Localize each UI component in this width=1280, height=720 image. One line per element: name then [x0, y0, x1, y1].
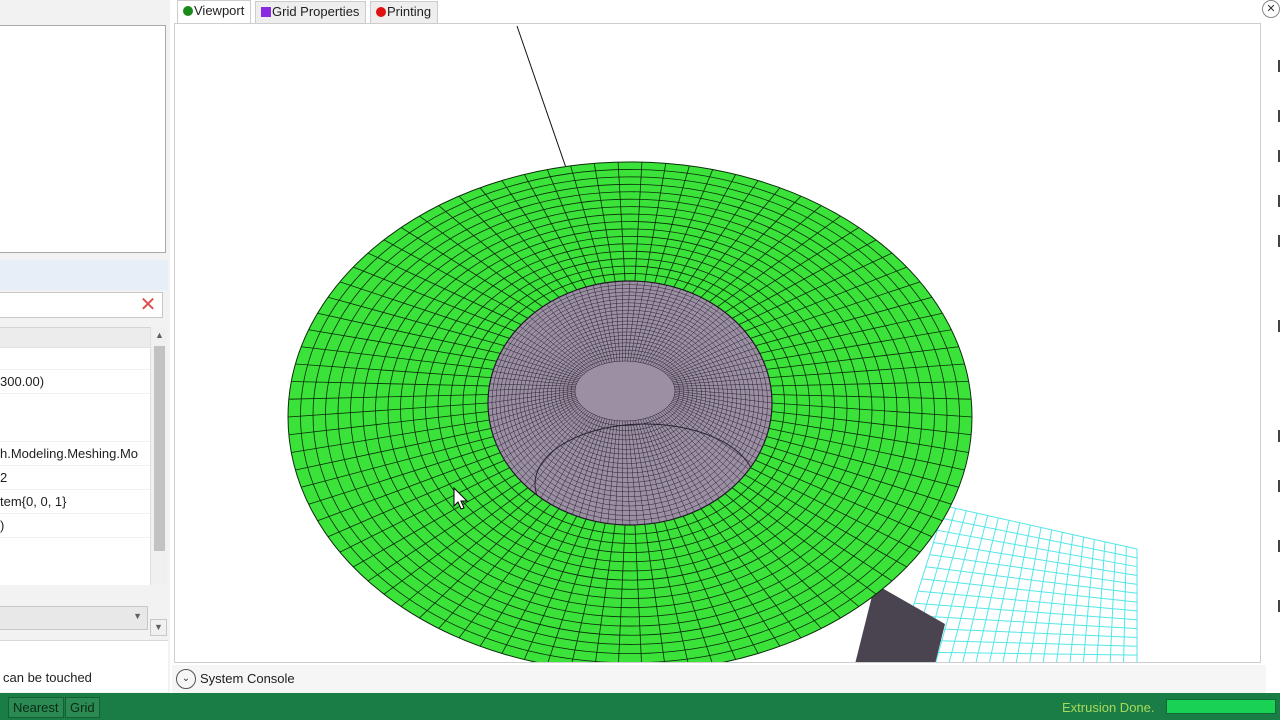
clear-search-icon[interactable]: ✕	[138, 295, 158, 315]
3d-viewport[interactable]	[174, 23, 1261, 663]
nearest-toggle-button[interactable]: Nearest	[8, 697, 64, 718]
preview-box	[0, 25, 166, 253]
property-row[interactable]	[0, 394, 150, 442]
tab-grid-properties[interactable]: Grid Properties	[255, 1, 367, 23]
property-grid-scrollbar[interactable]: ▲	[150, 327, 167, 585]
help-text: can be touched	[3, 670, 92, 685]
status-bar: Nearest Grid Extrusion Done.	[0, 693, 1280, 720]
chevron-down-icon[interactable]: ⌄	[176, 669, 196, 689]
red-dot-icon	[376, 7, 386, 17]
property-value: tem{0, 0, 1}	[0, 494, 67, 509]
tab-printing[interactable]: Printing	[370, 1, 439, 23]
property-row[interactable]: 2	[0, 466, 150, 490]
property-category-row[interactable]	[0, 328, 150, 348]
scroll-up-icon[interactable]: ▲	[151, 327, 168, 344]
mouse-cursor-icon	[453, 487, 469, 510]
tab-viewport[interactable]: Viewport	[177, 0, 252, 24]
scroll-down-icon[interactable]: ▼	[150, 619, 167, 636]
property-dropdown[interactable]: ▼	[0, 606, 148, 630]
progress-bar	[1166, 699, 1276, 714]
tab-label: Viewport	[194, 3, 245, 18]
tab-label: Printing	[387, 4, 432, 19]
purple-square-icon	[261, 7, 271, 17]
property-help-area: can be touched	[0, 640, 168, 692]
document-tab-bar: Viewport Grid Properties Printing	[172, 0, 1272, 24]
console-label[interactable]: System Console	[200, 671, 295, 686]
property-search-input[interactable]: ✕	[0, 292, 163, 318]
scrollbar-thumb[interactable]	[154, 346, 165, 551]
property-value: h.Modeling.Meshing.Mo	[0, 446, 139, 461]
progress-bar-fill	[1167, 700, 1275, 713]
property-row[interactable]: h.Modeling.Meshing.Mo	[0, 442, 150, 466]
mesh-render	[287, 25, 1138, 662]
chevron-down-icon: ▼	[133, 611, 142, 621]
property-row[interactable]	[0, 348, 150, 370]
property-row[interactable]: )	[0, 514, 150, 538]
property-row[interactable]: tem{0, 0, 1}	[0, 490, 150, 514]
status-message: Extrusion Done.	[1062, 700, 1155, 715]
close-icon[interactable]: ✕	[1262, 0, 1280, 18]
tab-label: Grid Properties	[272, 4, 360, 19]
grid-toggle-button[interactable]: Grid	[65, 697, 100, 718]
right-edge-strip	[1266, 20, 1280, 693]
property-value: 2	[0, 470, 8, 485]
property-panel-header	[0, 260, 168, 290]
property-value: 300.00)	[0, 374, 45, 389]
app-window: ✕ 300.00) h.Modeling.Meshing.Mo 2 tem{0,…	[0, 0, 1280, 720]
property-value: )	[0, 518, 5, 533]
left-panel: ✕ 300.00) h.Modeling.Meshing.Mo 2 tem{0,…	[0, 0, 170, 693]
property-grid: 300.00) h.Modeling.Meshing.Mo 2 tem{0, 0…	[0, 327, 150, 585]
green-dot-icon	[183, 6, 193, 16]
property-row[interactable]: 300.00)	[0, 370, 150, 394]
console-bar: ⌄ System Console	[172, 665, 1266, 693]
